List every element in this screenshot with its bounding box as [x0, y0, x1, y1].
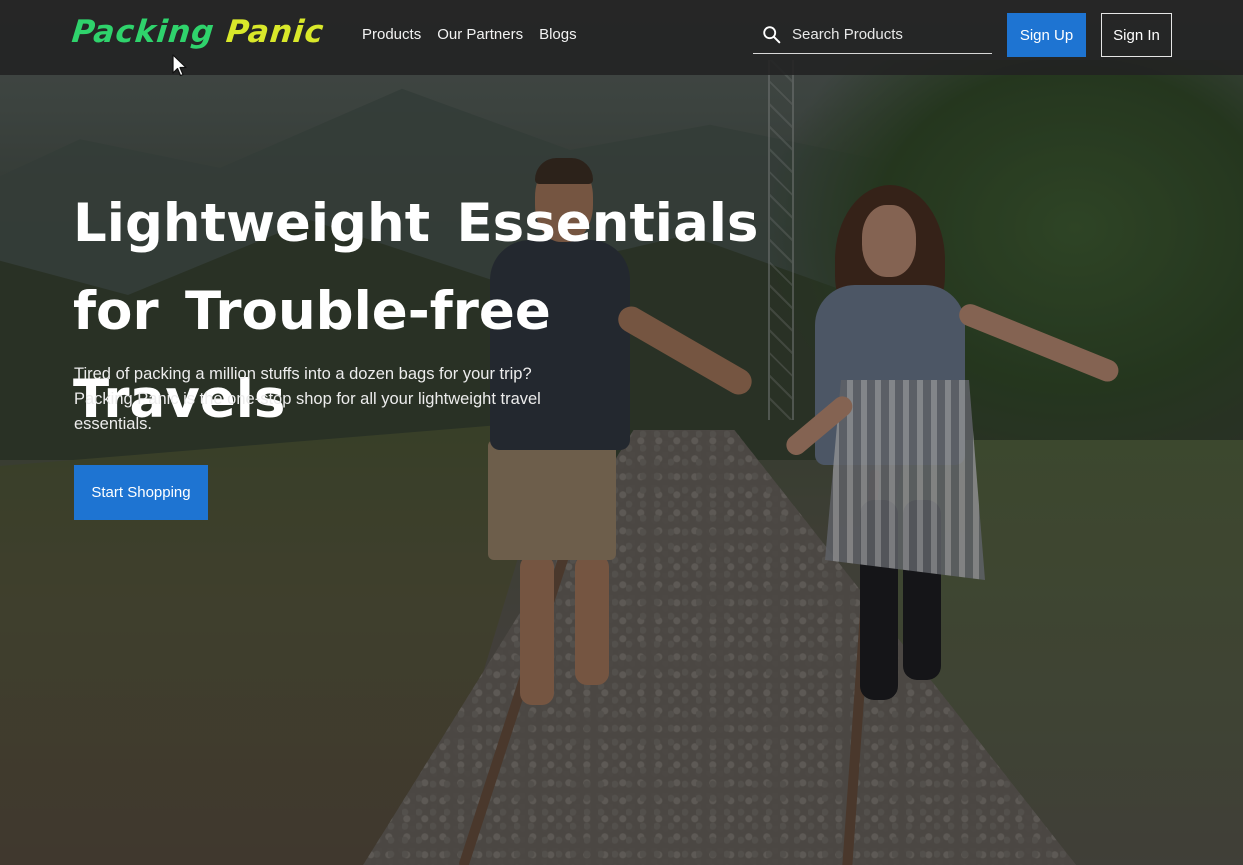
hero-title-line-1: Lightweight Essentials — [73, 193, 759, 254]
start-shopping-button[interactable]: Start Shopping — [74, 465, 208, 520]
logo-word-panic: Panic — [224, 14, 326, 50]
main-nav: Products Our Partners Blogs — [362, 24, 577, 46]
nav-link-products[interactable]: Products — [362, 24, 421, 46]
sign-up-button[interactable]: Sign Up — [1007, 13, 1086, 57]
search-icon[interactable] — [761, 24, 783, 46]
nav-link-blogs[interactable]: Blogs — [539, 24, 577, 46]
brand-logo[interactable]: Packing Panic — [70, 12, 326, 52]
search-bar — [753, 16, 992, 54]
sign-in-button[interactable]: Sign In — [1101, 13, 1172, 57]
nav-link-our-partners[interactable]: Our Partners — [437, 24, 523, 46]
search-input[interactable] — [792, 26, 982, 43]
hero-subtitle: Tired of packing a million stuffs into a… — [74, 365, 541, 433]
mouse-pointer-icon — [172, 54, 187, 77]
logo-word-packing: Packing — [70, 14, 217, 50]
